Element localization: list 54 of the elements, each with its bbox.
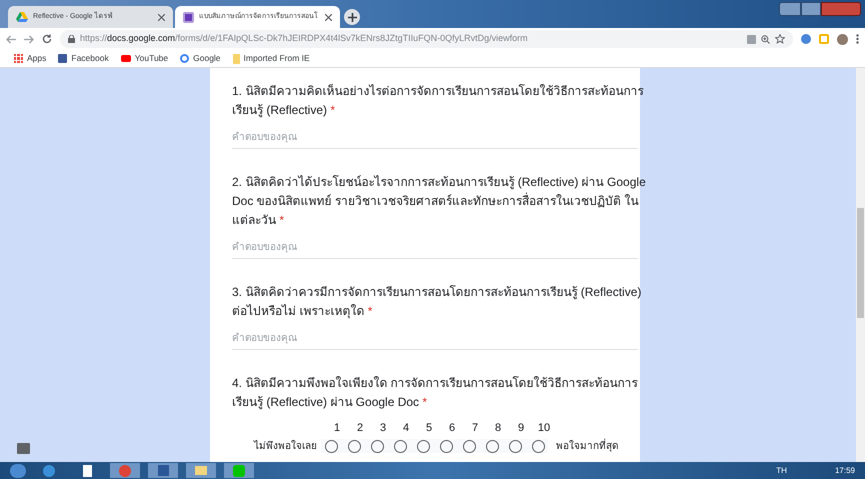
youtube-icon [120, 55, 131, 62]
google-icon [180, 54, 190, 63]
close-icon[interactable] [325, 14, 332, 20]
scale-number: 1 [332, 421, 342, 436]
question-title: 4. นิสิตมีความพึงพอใจเพียงใด การจัดการเรียนการสอนโดยใช้วิธีการสะท้อนการเรียนรู้ (Reflective) ผ่าน Google Doc * [232, 375, 639, 412]
url-text: https://docs.google.com/forms/d/e/1FAIpQLSc-Dk7hJEIRDPX4t4lSv7kENrs8JZtgTIIuFQN-0QfyLRvtDg/viewform [80, 32, 528, 46]
facebook-icon [58, 54, 68, 63]
scale-number: 9 [516, 421, 526, 436]
scale-high-label: พอใจมากที่สุด [556, 438, 618, 454]
word-taskbar-icon[interactable] [148, 463, 178, 478]
question-title: 1. นิสิตมีความคิดเห็นอย่างไรต่อการจัดการเรียนการสอนโดยใช้วิธีการสะท้อนการเรียนรู้ (Reflective) * [232, 82, 644, 120]
translate-icon[interactable] [747, 34, 756, 44]
apps-grid-icon [14, 54, 23, 63]
question-title: 3. นิสิตคิดว่าควรมีการจัดการเรียนการสอนโดยการสะท้อนการเรียนรู้ (Reflective) ต่อไปหรือไม่ เพราะเหตุใด * [232, 284, 642, 320]
bookmark-link[interactable]: Google [193, 52, 221, 65]
minimize-button[interactable] [779, 2, 801, 16]
scale-number: 7 [470, 421, 480, 436]
scale-number: 2 [356, 421, 364, 436]
maximize-button[interactable] [801, 2, 821, 16]
back-icon[interactable] [6, 34, 16, 44]
bookmark-link[interactable]: Apps [27, 52, 46, 65]
answer-field[interactable]: คำตอบของคุณ [232, 240, 638, 259]
bookmark-link[interactable]: Imported From IE [244, 52, 310, 65]
scale-number: 5 [424, 421, 434, 436]
scale-number: 8 [494, 421, 502, 436]
scale-number: 6 [448, 421, 456, 436]
scale-number: 3 [378, 421, 388, 436]
close-icon[interactable] [158, 14, 165, 20]
zoom-icon[interactable] [761, 34, 770, 44]
menu-icon[interactable] [856, 34, 859, 44]
bookmark-link[interactable]: Facebook [71, 52, 109, 65]
new-tab-button[interactable] [344, 9, 360, 25]
reload-icon[interactable] [42, 34, 52, 44]
plus-icon [348, 12, 356, 22]
star-icon[interactable] [775, 34, 785, 44]
close-button[interactable] [821, 2, 861, 16]
lock-icon [68, 35, 75, 43]
folder-icon [232, 54, 240, 64]
answer-field[interactable]: คำตอบของคุณ [232, 331, 638, 350]
address-bar[interactable]: https://docs.google.com/forms/d/e/1FAIpQLSc-Dk7hJEIRDPX4t4lSv7kENrs8JZtgTIIuFQN-0QfyLRvtDg/viewform [60, 30, 793, 48]
forms-icon [183, 12, 194, 22]
scrollbar[interactable] [856, 68, 865, 462]
forward-icon[interactable] [24, 34, 34, 44]
scale-low-label: ไม่พึงพอใจเลย [252, 439, 318, 454]
language-indicator[interactable]: TH [776, 464, 787, 476]
question-title: 2. นิสิตคิดว่าได้ประโยชน์อะไรจากการสะท้อนการเรียนรู้ (Reflective) ผ่าน Google Doc ของนิสิตแพทย์ รายวิชาเวชจริยศาสตร์และทักษะการสื่อสารในเวชปฏิบัติ ในแต่ละวัน * [232, 174, 647, 229]
scale-number: 4 [402, 421, 410, 436]
start-button[interactable] [10, 464, 26, 478]
bookmark-link[interactable]: YouTube [134, 52, 168, 65]
answer-field[interactable]: คำตอบของคุณ [232, 130, 638, 149]
scale-number: 10 [536, 421, 552, 436]
drive-icon [16, 12, 28, 22]
avatar-icon[interactable] [837, 34, 848, 44]
clock[interactable]: 17:59 [834, 464, 855, 476]
